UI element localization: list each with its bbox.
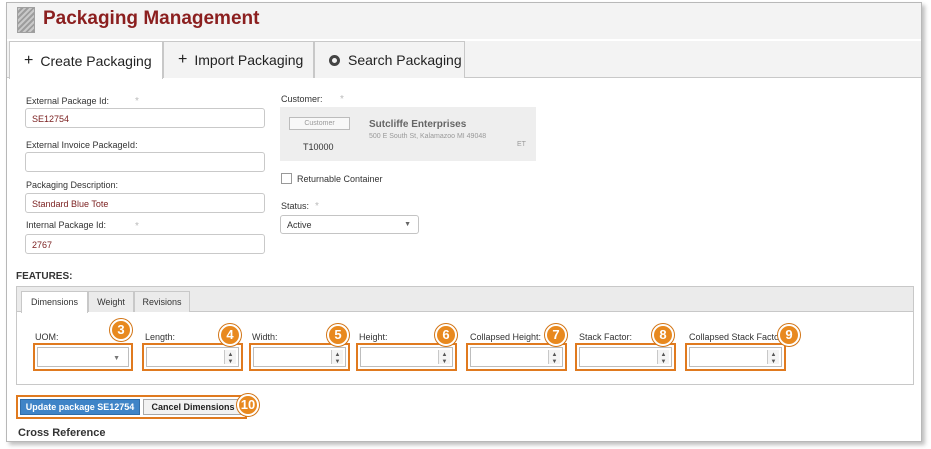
tab-label: Import Packaging <box>194 52 304 68</box>
callout-badge: 10 <box>237 394 259 416</box>
cancel-dimensions-button[interactable]: Cancel Dimensions <box>143 399 243 415</box>
callout-badge: 4 <box>219 324 241 346</box>
tab-create-packaging[interactable]: + Create Packaging <box>9 41 163 79</box>
uom-select-box[interactable]: ▼ <box>37 347 129 367</box>
height-stepper[interactable]: ▲ ▼ <box>438 350 450 365</box>
app-logo-icon <box>17 7 35 33</box>
tab-weight[interactable]: Weight <box>88 291 134 312</box>
external-invoice-package-id-input[interactable] <box>25 152 265 172</box>
page-title: Packaging Management <box>43 8 260 29</box>
callout-badge: 3 <box>110 319 132 341</box>
app-header: Packaging Management <box>7 3 921 39</box>
width-label: Width: <box>252 332 278 342</box>
collapsed-height-stepper[interactable]: ▲ ▼ <box>548 350 560 365</box>
collapsed-height-input-box[interactable]: ▲ ▼ <box>470 347 563 367</box>
length-input-box[interactable]: ▲ ▼ <box>146 347 239 367</box>
update-package-button[interactable]: Update package SE12754 <box>20 399 140 415</box>
width-input-box[interactable]: ▲ ▼ <box>253 347 346 367</box>
gear-icon <box>329 54 340 66</box>
returnable-container-label: Returnable Container <box>297 174 383 184</box>
packaging-description-input[interactable]: Standard Blue Tote <box>25 193 265 213</box>
stepper-down-icon[interactable]: ▼ <box>332 357 343 365</box>
customer-tag: ET <box>517 141 526 148</box>
collapsed-stack-factor-stepper[interactable]: ▲ ▼ <box>767 350 779 365</box>
stepper-up-icon[interactable]: ▲ <box>549 350 560 358</box>
dimension-actions: Update package SE12754 Cancel Dimensions <box>16 395 247 419</box>
tab-revisions[interactable]: Revisions <box>134 291 190 312</box>
features-tabs: Dimensions Weight Revisions <box>17 287 913 313</box>
callout-badge: 9 <box>778 324 800 346</box>
chevron-down-icon: ▼ <box>404 221 411 228</box>
stepper-down-icon[interactable]: ▼ <box>549 357 560 365</box>
tab-label: Create Packaging <box>40 52 152 69</box>
returnable-container-checkbox[interactable] <box>281 173 292 184</box>
stepper-down-icon[interactable]: ▼ <box>768 357 779 365</box>
stepper-up-icon[interactable]: ▲ <box>332 350 343 358</box>
customer-name: Sutcliffe Enterprises <box>369 119 467 130</box>
required-marker: * <box>135 221 139 232</box>
tab-import-packaging[interactable]: + Import Packaging <box>163 41 314 78</box>
external-package-id-label: External Package Id: <box>26 96 110 106</box>
width-stepper[interactable]: ▲ ▼ <box>331 350 343 365</box>
stepper-up-icon[interactable]: ▲ <box>439 350 450 358</box>
customer-address: 500 E South St, Kalamazoo MI 49048 <box>369 133 487 140</box>
chevron-down-icon: ▼ <box>113 355 120 362</box>
stepper-up-icon[interactable]: ▲ <box>658 350 669 358</box>
internal-package-id-input[interactable]: 2767 <box>25 234 265 254</box>
length-input[interactable]: ▲ ▼ <box>142 343 243 371</box>
tab-label: Search Packaging <box>348 52 462 68</box>
stepper-down-icon[interactable]: ▼ <box>439 357 450 365</box>
stepper-up-icon[interactable]: ▲ <box>768 350 779 358</box>
status-value: Active <box>287 220 312 230</box>
plus-icon: + <box>24 51 34 69</box>
required-marker: * <box>135 96 139 107</box>
packaging-description-label: Packaging Description: <box>26 180 119 190</box>
plus-icon: + <box>178 51 188 68</box>
customer-button[interactable]: Customer <box>289 117 350 130</box>
width-input[interactable]: ▲ ▼ <box>249 343 350 371</box>
stack-factor-stepper[interactable]: ▲ ▼ <box>657 350 669 365</box>
height-input[interactable]: ▲ ▼ <box>356 343 457 371</box>
customer-label: Customer: <box>281 94 323 104</box>
cross-reference-title: Cross Reference <box>18 427 106 439</box>
stack-factor-input[interactable]: ▲ ▼ <box>575 343 676 371</box>
customer-card[interactable]: Customer T10000 Sutcliffe Enterprises 50… <box>280 107 536 161</box>
external-package-id-input[interactable]: SE12754 <box>25 108 265 128</box>
stepper-down-icon[interactable]: ▼ <box>658 357 669 365</box>
features-title: FEATURES: <box>16 271 73 282</box>
stack-factor-label: Stack Factor: <box>579 332 633 342</box>
collapsed-height-label: Collapsed Height: <box>470 332 542 342</box>
collapsed-stack-factor-input-box[interactable]: ▲ ▼ <box>689 347 782 367</box>
tab-search-packaging[interactable]: Search Packaging <box>314 41 465 78</box>
collapsed-stack-factor-label: Collapsed Stack Facto <box>689 332 780 342</box>
callout-badge: 7 <box>545 324 567 346</box>
callout-badge: 5 <box>327 324 349 346</box>
status-label: Status: <box>281 201 310 211</box>
internal-package-id-label: Internal Package Id: <box>26 220 107 230</box>
uom-label: UOM: <box>35 332 59 342</box>
status-select[interactable]: Active ▼ <box>280 215 419 234</box>
callout-badge: 8 <box>652 324 674 346</box>
length-label: Length: <box>145 332 176 342</box>
height-label: Height: <box>359 332 388 342</box>
stepper-down-icon[interactable]: ▼ <box>225 357 236 365</box>
stack-factor-input-box[interactable]: ▲ ▼ <box>579 347 672 367</box>
stepper-up-icon[interactable]: ▲ <box>225 350 236 358</box>
tab-dimensions[interactable]: Dimensions <box>21 291 88 313</box>
required-marker: * <box>315 201 319 212</box>
main-tabs: + Create Packaging + Import Packaging Se… <box>7 41 921 79</box>
customer-id: T10000 <box>303 142 334 152</box>
callout-badge: 6 <box>435 324 457 346</box>
app-window: Packaging Management + Create Packaging … <box>6 2 922 442</box>
uom-select[interactable]: ▼ <box>33 343 133 371</box>
section-divider <box>16 441 914 442</box>
external-invoice-package-id-label: External Invoice PackageId: <box>26 140 138 150</box>
required-marker: * <box>340 94 344 105</box>
collapsed-height-input[interactable]: ▲ ▼ <box>466 343 567 371</box>
length-stepper[interactable]: ▲ ▼ <box>224 350 236 365</box>
collapsed-stack-factor-input[interactable]: ▲ ▼ <box>685 343 786 371</box>
height-input-box[interactable]: ▲ ▼ <box>360 347 453 367</box>
